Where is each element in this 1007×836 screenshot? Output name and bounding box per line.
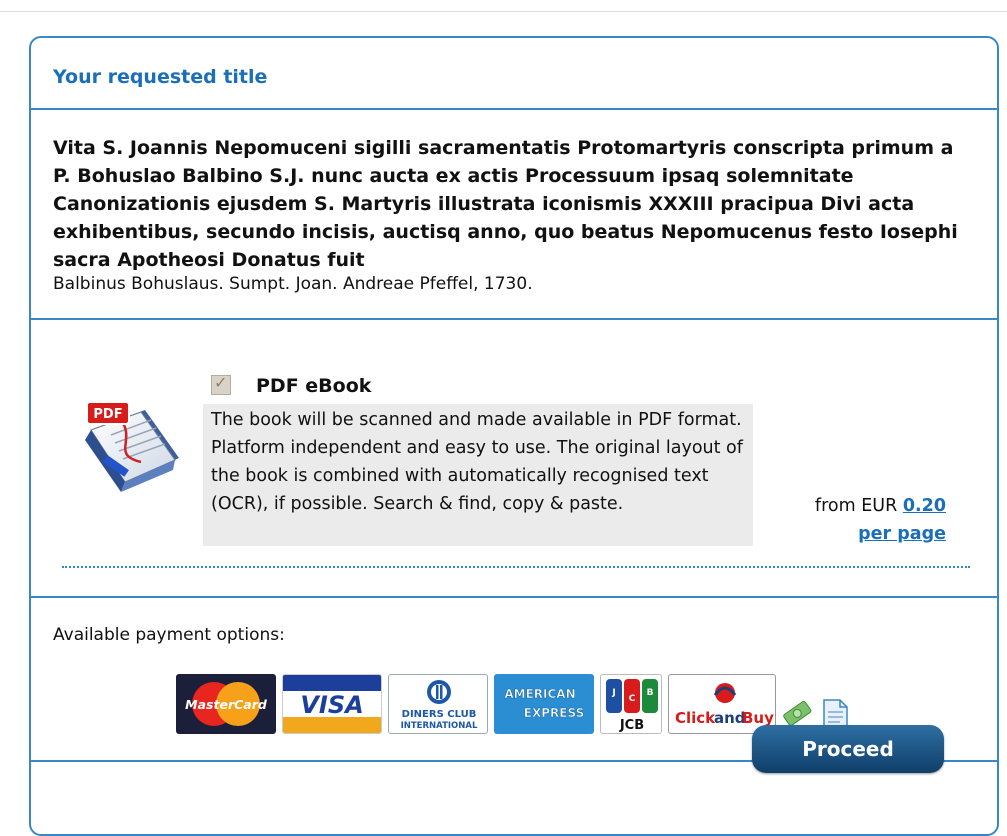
visa-text: VISA <box>300 691 364 719</box>
american-express-logo: AMERICAN EXPRESS <box>494 674 594 734</box>
diners-club-logo: DINERS CLUB INTERNATIONAL <box>388 674 488 734</box>
diners-line2: INTERNATIONAL <box>401 721 478 731</box>
jcb-logo: J C B JCB <box>600 674 662 734</box>
book-meta: Balbinus Bohuslaus. Sumpt. Joan. Andreae… <box>53 274 533 294</box>
payment-label: Available payment options: <box>53 625 285 645</box>
price-amount-link[interactable]: 0.20 <box>903 496 946 516</box>
amex-line1: AMERICAN <box>504 687 575 701</box>
visa-logo: VISA <box>282 674 382 734</box>
amex-line2: EXPRESS <box>524 706 584 720</box>
price-unit-link[interactable]: per page <box>858 524 946 544</box>
ebook-option: PDF ✓ PDF eBook The book will be scanned… <box>31 320 997 598</box>
mastercard-logo: MasterCard <box>176 674 276 734</box>
svg-text:C: C <box>629 694 636 704</box>
card-header: Your requested title <box>31 38 997 110</box>
svg-text:B: B <box>647 688 654 698</box>
option-title: PDF eBook <box>256 375 372 397</box>
clickandbuy-and: and <box>714 709 746 727</box>
option-description: The book will be scanned and made availa… <box>203 404 753 546</box>
price-prefix: from EUR <box>814 496 903 516</box>
clickandbuy-click: Click <box>675 709 716 727</box>
pdf-book-icon: PDF <box>85 401 179 492</box>
book-title: Vita S. Joannis Nepomuceni sigilli sacra… <box>53 137 958 271</box>
book-info: Vita S. Joannis Nepomuceni sigilli sacra… <box>31 110 997 320</box>
cash-icon <box>783 700 812 726</box>
clickandbuy-logo: Click and Buy <box>668 674 776 734</box>
dotted-divider <box>62 566 970 568</box>
order-card: Your requested title Vita S. Joannis Nep… <box>29 36 999 836</box>
pdf-ebook-checkbox[interactable]: ✓ <box>211 373 231 395</box>
mastercard-text: MasterCard <box>185 697 268 712</box>
svg-text:J: J <box>611 688 615 698</box>
top-divider <box>0 11 1007 12</box>
option-price: from EUR 0.20 per page <box>781 492 946 548</box>
jcb-text: JCB <box>619 718 644 733</box>
check-icon: ✓ <box>214 373 228 392</box>
proceed-button[interactable]: Proceed <box>752 725 944 773</box>
pdf-badge: PDF <box>93 407 122 422</box>
section-title: Your requested title <box>53 66 268 88</box>
diners-line1: DINERS CLUB <box>402 709 477 720</box>
